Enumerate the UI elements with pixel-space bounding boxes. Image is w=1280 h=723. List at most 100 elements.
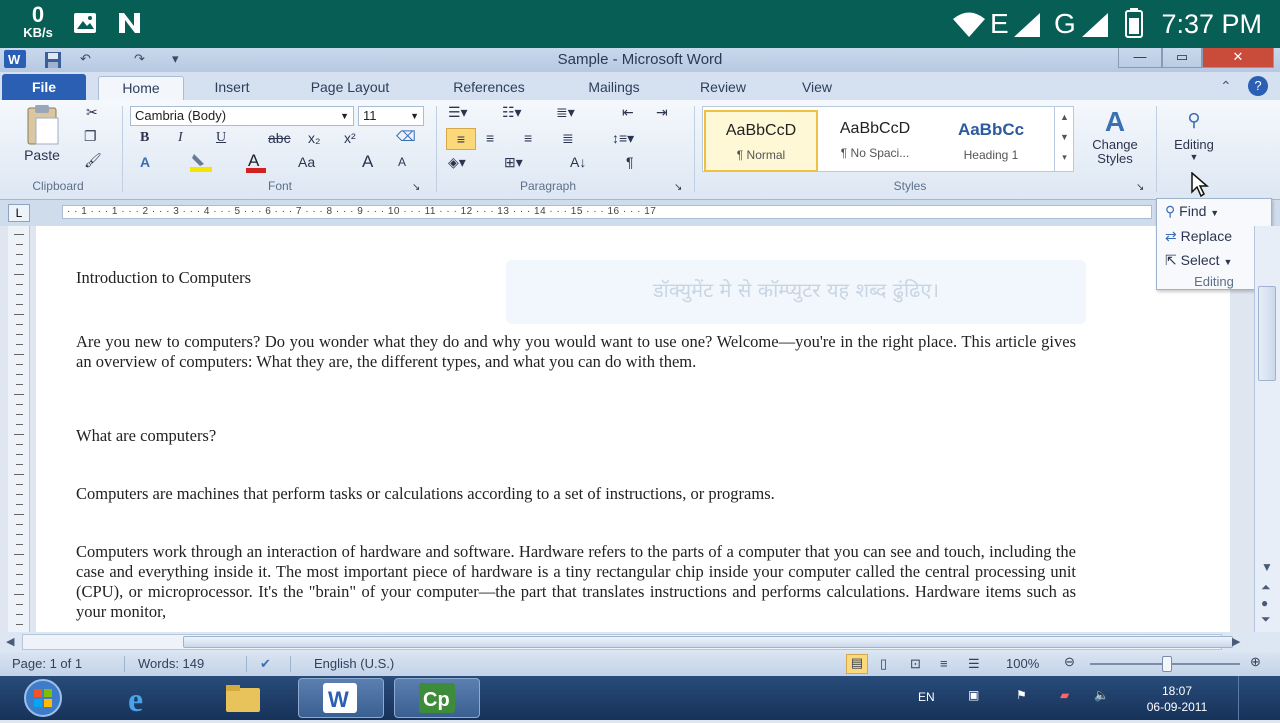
zoom-slider-knob[interactable] — [1162, 656, 1172, 672]
print-layout-icon[interactable]: ▤ — [846, 654, 868, 674]
tab-review[interactable]: Review — [684, 76, 762, 100]
dialog-launcher-icon[interactable]: ↘ — [674, 182, 682, 193]
decrease-indent-icon[interactable]: ⇤ — [622, 104, 634, 121]
outline-icon[interactable]: ≡ — [940, 656, 948, 671]
tab-selector[interactable]: L — [8, 204, 30, 222]
subscript-button[interactable]: x₂ — [308, 130, 320, 146]
borders-icon[interactable]: ⊞▾ — [504, 154, 523, 171]
line-spacing-icon[interactable]: ↕≡▾ — [612, 130, 634, 147]
show-formatting-icon[interactable]: ¶ — [626, 154, 634, 170]
font-color-icon[interactable]: A — [244, 150, 268, 177]
replace-menu-item[interactable]: ⇄ Replace — [1165, 228, 1232, 245]
vertical-scrollbar[interactable]: ▼ ⏶ ● ⏷ — [1254, 226, 1280, 632]
tab-references[interactable]: References — [432, 76, 546, 100]
cut-icon[interactable]: ✂ — [86, 104, 98, 121]
paste-button[interactable]: Paste — [14, 104, 70, 163]
action-center-flag-icon[interactable]: ⚑ — [1016, 688, 1027, 702]
underline-button[interactable]: U — [216, 130, 226, 146]
superscript-button[interactable]: x² — [344, 130, 356, 146]
page-count[interactable]: Page: 1 of 1 — [12, 656, 82, 671]
horizontal-scrollbar[interactable]: ◀ ▶ — [0, 632, 1280, 652]
justify-icon[interactable]: ≣ — [562, 130, 574, 147]
zoom-in-icon[interactable]: ⊕ — [1250, 654, 1261, 670]
highlight-icon[interactable] — [188, 152, 214, 175]
shading-icon[interactable]: ◈▾ — [448, 154, 466, 171]
minimize-button[interactable]: — — [1118, 48, 1162, 68]
scroll-down-icon[interactable]: ▼ — [1261, 560, 1273, 574]
bold-button[interactable]: B — [140, 130, 149, 146]
input-language[interactable]: EN — [918, 690, 935, 704]
previous-page-icon[interactable]: ⏶ — [1261, 580, 1271, 595]
bullets-icon[interactable]: ☰▾ — [448, 104, 468, 121]
font-name-combo[interactable]: Cambria (Body) ▼ — [130, 106, 354, 126]
word-task[interactable]: W — [298, 678, 384, 718]
zoom-out-icon[interactable]: ⊖ — [1064, 654, 1075, 670]
gallery-icon — [72, 10, 98, 41]
word-count[interactable]: Words: 149 — [138, 656, 204, 671]
scroll-track[interactable] — [22, 634, 1233, 650]
multilevel-list-icon[interactable]: ≣▾ — [556, 104, 575, 121]
tab-insert[interactable]: Insert — [196, 76, 268, 100]
power-tray-icon[interactable]: ▰ — [1060, 688, 1069, 702]
file-explorer-task[interactable] — [210, 678, 276, 718]
change-styles-button[interactable]: A Change Styles — [1080, 106, 1150, 166]
editing-button[interactable]: ⚲ Editing ▼ — [1162, 110, 1226, 162]
change-case-button[interactable]: Aa — [298, 154, 315, 170]
minimize-ribbon-icon[interactable]: ⌃ — [1220, 78, 1232, 95]
style-normal[interactable]: AaBbCcD ¶ Normal — [704, 110, 818, 172]
shrink-font-button[interactable]: A — [398, 155, 406, 169]
find-menu-item[interactable]: ⚲ Find ▼ — [1165, 203, 1219, 220]
language[interactable]: English (U.S.) — [314, 656, 394, 671]
show-desktop-button[interactable] — [1238, 676, 1280, 720]
help-icon[interactable]: ? — [1248, 76, 1268, 96]
clear-formatting-icon[interactable]: ⌫ — [396, 128, 416, 145]
zoom-slider[interactable] — [1090, 656, 1240, 672]
browse-object-icon[interactable]: ● — [1261, 596, 1268, 610]
copy-icon[interactable]: ❐ — [84, 128, 97, 145]
strikethrough-button[interactable]: abc — [268, 130, 291, 146]
next-page-icon[interactable]: ⏷ — [1261, 612, 1271, 627]
network-tray-icon[interactable]: ▣ — [968, 688, 979, 702]
divider — [290, 656, 291, 672]
taskbar-clock[interactable]: 18:07 06-09-2011 — [1132, 683, 1222, 715]
align-center-icon[interactable]: ≡ — [486, 130, 494, 146]
divider — [124, 656, 125, 672]
scroll-thumb[interactable] — [1258, 286, 1276, 381]
select-menu-item[interactable]: ⇱ Select ▼ — [1165, 252, 1232, 269]
document-page[interactable]: Introduction to Computers डॉक्युमेंट मे … — [36, 226, 1230, 632]
internet-explorer-task[interactable]: e — [110, 678, 176, 719]
styles-scroll[interactable]: ▲ ▼ ▾ — [1054, 107, 1074, 171]
captivate-task[interactable]: Cp — [394, 678, 480, 718]
close-button[interactable]: ✕ — [1202, 48, 1274, 68]
maximize-button[interactable]: ▭ — [1162, 48, 1202, 68]
style-no-spacing[interactable]: AaBbCcD ¶ No Spaci... — [818, 110, 932, 172]
start-button[interactable] — [10, 678, 76, 718]
dialog-launcher-icon[interactable]: ↘ — [1136, 182, 1144, 193]
volume-icon[interactable]: 🔈 — [1094, 688, 1109, 702]
format-painter-icon[interactable]: 🖌 — [84, 152, 102, 169]
draft-icon[interactable]: ☰ — [968, 656, 980, 672]
web-layout-icon[interactable]: ⊡ — [910, 656, 921, 672]
scroll-right-icon[interactable]: ▶ — [1232, 635, 1240, 648]
text-effects-icon[interactable]: A — [140, 154, 150, 170]
grow-font-button[interactable]: A — [362, 152, 373, 172]
increase-indent-icon[interactable]: ⇥ — [656, 104, 668, 121]
tab-page-layout[interactable]: Page Layout — [290, 76, 410, 100]
zoom-level[interactable]: 100% — [1006, 656, 1039, 671]
numbering-icon[interactable]: ☷▾ — [502, 104, 522, 121]
tab-home[interactable]: Home — [98, 76, 184, 100]
italic-button[interactable]: I — [178, 130, 183, 146]
tab-file[interactable]: File — [2, 74, 86, 100]
tab-mailings[interactable]: Mailings — [566, 76, 662, 100]
tab-view[interactable]: View — [784, 76, 850, 100]
align-left-icon[interactable]: ≡ — [446, 128, 476, 150]
style-heading-1[interactable]: AaBbCc Heading 1 — [934, 110, 1048, 172]
proofing-icon[interactable]: ✔ — [260, 656, 271, 672]
full-screen-reading-icon[interactable]: ▯ — [880, 656, 887, 672]
font-size-combo[interactable]: 11 ▼ — [358, 106, 424, 126]
scroll-thumb[interactable] — [183, 636, 1233, 648]
sort-icon[interactable]: A↓ — [570, 154, 586, 170]
dialog-launcher-icon[interactable]: ↘ — [412, 182, 420, 193]
align-right-icon[interactable]: ≡ — [524, 130, 532, 146]
scroll-left-icon[interactable]: ◀ — [6, 635, 14, 648]
